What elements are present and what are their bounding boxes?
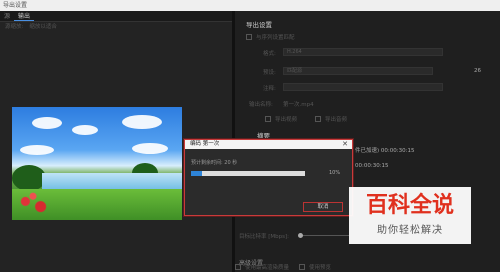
remaining-time-text: 预计剩余时间: 20 秒 [191, 160, 238, 166]
max-render-quality-row[interactable]: 使用最高渲染质量 [235, 262, 289, 271]
tab-output[interactable]: 输出 [14, 11, 35, 21]
video-preview [12, 107, 182, 220]
export-settings-title: 导出设置 [246, 21, 272, 29]
use-previews-label: 使用预览 [309, 264, 332, 271]
dialog-title-bar: 编码 第一次 ✕ [185, 140, 352, 149]
bitrate-slider-knob[interactable] [298, 233, 303, 238]
source-scaling-label: 源缩放: [5, 24, 24, 30]
window-titlebar: 导出设置 [0, 0, 500, 11]
progress-percent: 10% [329, 170, 341, 176]
max-render-quality-label: 使用最高渲染质量 [245, 264, 290, 271]
bitrate-label: 目标比特率 [Mbps]: [239, 234, 289, 240]
tab-source[interactable]: 源 [0, 11, 14, 21]
export-video-label: 导出视频 [275, 116, 298, 123]
format-label: 格式: [263, 51, 276, 57]
match-sequence-row[interactable]: 与序列设置匹配 [246, 32, 295, 41]
summary-line-2: 00:00:30:15 [355, 163, 389, 169]
close-icon[interactable]: ✕ [342, 140, 348, 149]
cancel-button[interactable]: 取消 [303, 202, 343, 212]
export-audio-label: 导出音频 [325, 116, 348, 123]
source-scaling-select[interactable]: 缩放以适合 [29, 22, 57, 32]
use-previews-row[interactable]: 使用预览 [299, 262, 331, 271]
watermark-sub-text: 助你轻松解决 [377, 225, 443, 236]
dialog-title: 编码 第一次 [190, 141, 220, 147]
preset-side-value: 26 [474, 68, 481, 74]
export-video-checkbox[interactable] [265, 115, 271, 122]
export-audio-row[interactable]: 导出音频 [315, 114, 347, 123]
preset-select[interactable]: 匹配源 [283, 67, 433, 75]
comment-field[interactable] [283, 83, 443, 91]
bottom-options: 使用最高渲染质量 使用预览 [235, 262, 331, 271]
source-output-tabs: 源 输出 [0, 11, 232, 22]
comment-label: 注释: [263, 86, 276, 92]
watermark-logo: 百科全说 助你轻松解决 [349, 187, 471, 244]
encoding-progress-bar [191, 171, 305, 176]
preset-label: 预设: [263, 70, 276, 76]
use-previews-checkbox[interactable] [299, 263, 306, 270]
output-name-label: 输出名称: [249, 102, 273, 108]
format-select[interactable]: H.264 [283, 48, 443, 56]
output-name-link[interactable]: 第一次.mp4 [283, 100, 314, 108]
max-render-quality-checkbox[interactable] [235, 263, 241, 270]
match-sequence-label: 与序列设置匹配 [256, 34, 295, 41]
match-sequence-checkbox[interactable] [246, 33, 252, 40]
watermark-main-text: 百科全说 [365, 193, 454, 218]
bitrate-slider-track[interactable] [299, 235, 349, 236]
source-scaling-row: 源缩放: 缩放以适合 [0, 22, 232, 32]
summary-line-1: 件已加速) 00:00:30:15 [355, 148, 415, 154]
progress-fill [191, 171, 203, 176]
encoding-dialog: 编码 第一次 ✕ 预计剩余时间: 20 秒 10% 取消 [184, 139, 353, 216]
export-video-row[interactable]: 导出视频 [265, 114, 297, 123]
export-audio-checkbox[interactable] [315, 115, 321, 122]
